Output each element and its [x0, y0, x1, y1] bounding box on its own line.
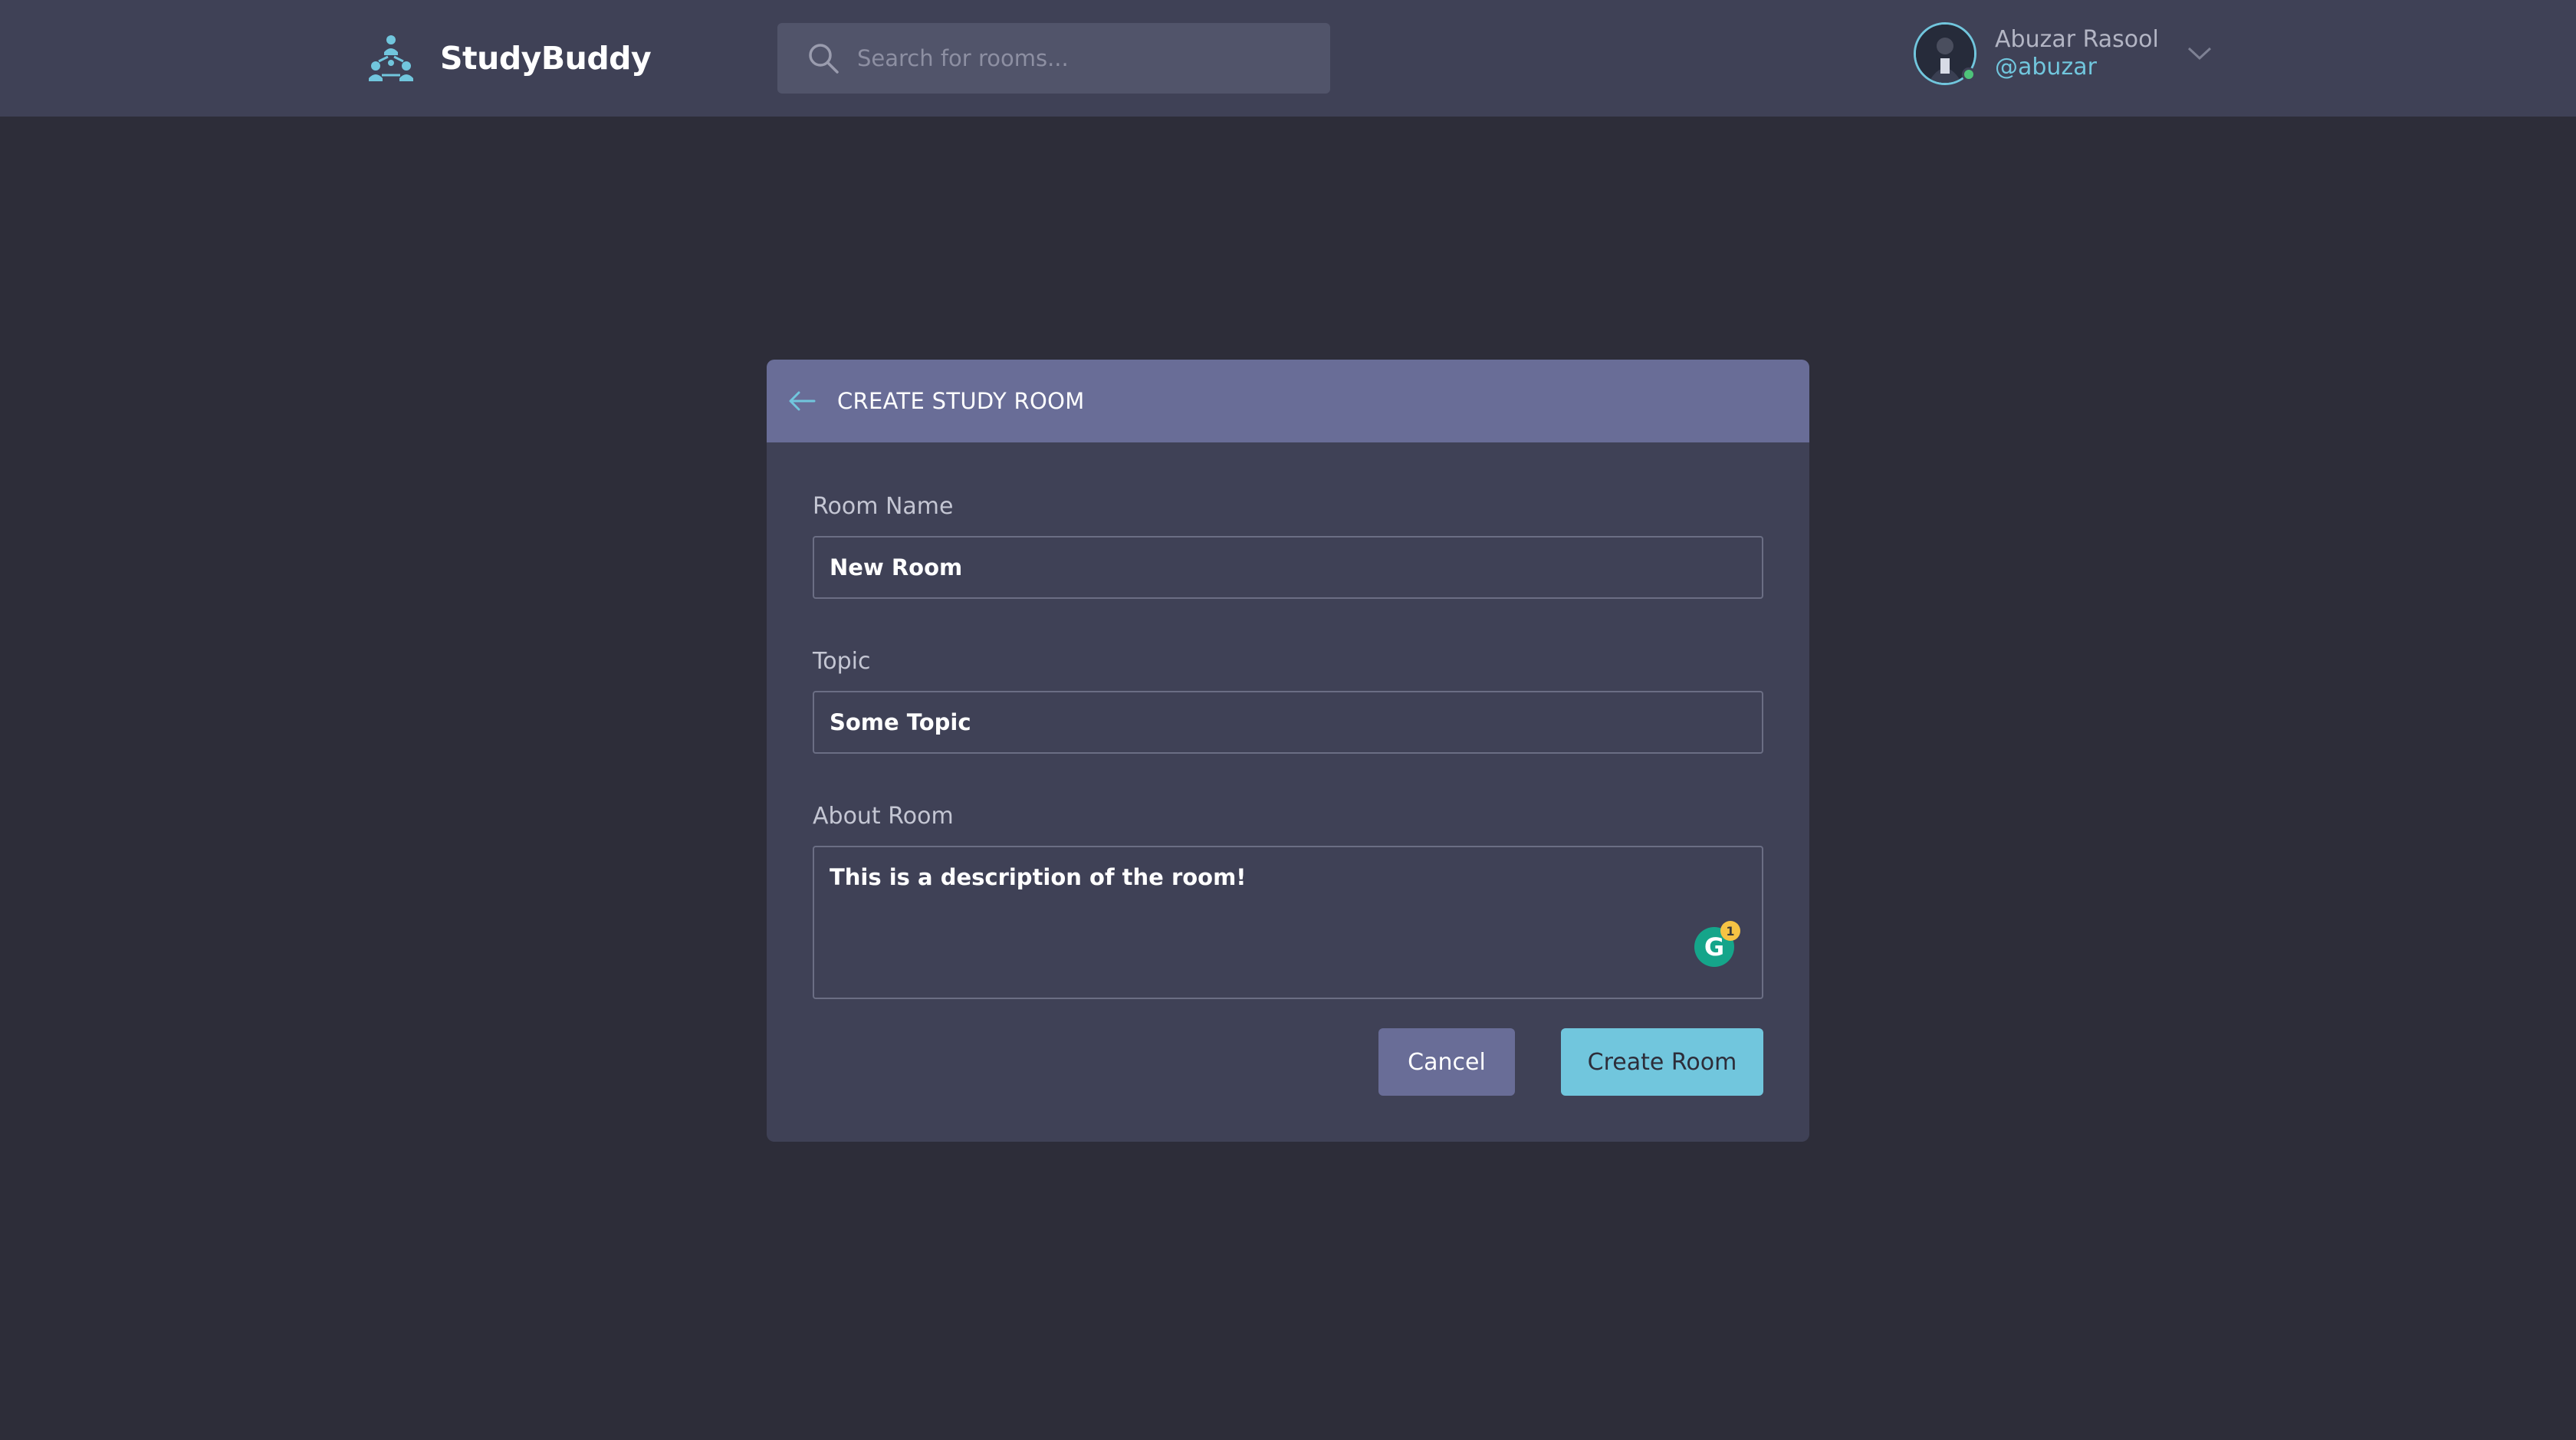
- back-arrow-icon[interactable]: [788, 390, 816, 413]
- user-info: Abuzar Rasool @abuzar: [1995, 26, 2159, 81]
- user-handle: @abuzar: [1995, 54, 2097, 81]
- topic-label: Topic: [813, 648, 871, 675]
- chevron-down-icon[interactable]: [2187, 45, 2213, 62]
- create-room-card: CREATE STUDY ROOM Room Name Topic About …: [767, 360, 1809, 1142]
- search-icon: [809, 44, 839, 74]
- top-navbar: StudyBuddy Abuzar Rasool @abuzar: [0, 0, 2576, 117]
- search-bar[interactable]: [777, 23, 1330, 94]
- about-room-field: This is a description of the room! G 1: [813, 846, 1763, 999]
- create-room-button[interactable]: Create Room: [1561, 1028, 1763, 1096]
- avatar[interactable]: [1914, 22, 1976, 85]
- people-network-icon: [369, 35, 413, 81]
- cancel-button[interactable]: Cancel: [1378, 1028, 1515, 1096]
- grammarly-icon[interactable]: G 1: [1694, 921, 1740, 967]
- user-name: Abuzar Rasool: [1995, 26, 2159, 53]
- search-input[interactable]: [856, 44, 1300, 72]
- room-name-label: Room Name: [813, 493, 954, 520]
- brand-home-link[interactable]: StudyBuddy: [365, 31, 652, 86]
- grammarly-count-badge: 1: [1720, 921, 1740, 941]
- user-menu[interactable]: Abuzar Rasool @abuzar: [1914, 21, 2213, 86]
- form-actions: Cancel Create Room: [1378, 1028, 1763, 1096]
- room-name-input[interactable]: [813, 536, 1763, 599]
- grammarly-letter: G: [1704, 932, 1725, 962]
- about-room-textarea[interactable]: This is a description of the room!: [813, 846, 1763, 999]
- brand-name: StudyBuddy: [440, 40, 652, 77]
- page-title: CREATE STUDY ROOM: [837, 388, 1085, 414]
- online-status-indicator: [1962, 67, 1976, 81]
- about-room-label: About Room: [813, 803, 954, 830]
- create-room-form: Room Name Topic About Room This is a des…: [767, 493, 1809, 999]
- card-header: CREATE STUDY ROOM: [767, 360, 1809, 442]
- topic-input[interactable]: [813, 691, 1763, 754]
